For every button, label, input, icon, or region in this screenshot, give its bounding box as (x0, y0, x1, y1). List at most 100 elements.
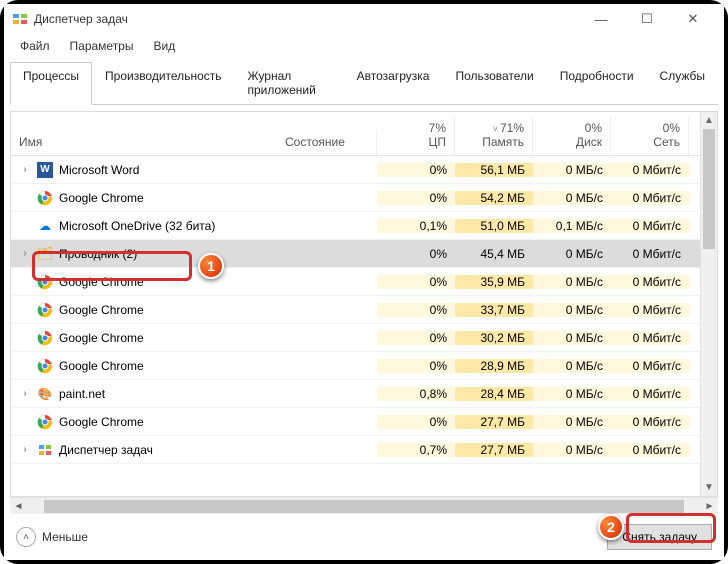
cpu-label: ЦП (428, 135, 446, 149)
close-button[interactable]: ✕ (670, 4, 716, 34)
disk-value: 0 МБ/с (533, 303, 611, 317)
cpu-value: 0% (377, 303, 455, 317)
process-name: Диспетчер задач (59, 443, 153, 457)
memory-value: 28,9 МБ (455, 359, 533, 373)
table-row[interactable]: ☁Microsoft OneDrive (32 бита)0,1%51,0 МБ… (11, 212, 717, 240)
fewer-label: Меньше (42, 530, 88, 544)
fewer-details-button[interactable]: ˄ Меньше (16, 527, 88, 547)
col-memory[interactable]: ˅71% Память (455, 117, 533, 155)
minimize-button[interactable]: — (578, 4, 624, 34)
disk-value: 0,1 МБ/с (533, 219, 611, 233)
annotation-callout-2: 2 (598, 514, 624, 540)
process-rows: ›WMicrosoft Word0%56,1 МБ0 МБ/с0 Мбит/сG… (11, 156, 717, 496)
disk-value: 0 МБ/с (533, 163, 611, 177)
table-row[interactable]: ›Диспетчер задач0,7%27,7 МБ0 МБ/с0 Мбит/… (11, 436, 717, 464)
menu-view[interactable]: Вид (143, 36, 185, 56)
process-name: Google Chrome (59, 415, 144, 429)
process-name: Проводник (2) (59, 247, 137, 261)
cpu-value: 0,8% (377, 387, 455, 401)
table-row[interactable]: Google Chrome0%27,7 МБ0 МБ/с0 Мбит/с (11, 408, 717, 436)
process-icon (37, 414, 53, 430)
network-value: 0 Мбит/с (611, 387, 689, 401)
process-name: Google Chrome (59, 331, 144, 345)
col-network[interactable]: 0% Сеть (611, 117, 689, 155)
cpu-value: 0,7% (377, 443, 455, 457)
chevron-up-icon: ˄ (16, 527, 36, 547)
menu-file[interactable]: Файл (10, 36, 60, 56)
horizontal-scrollbar[interactable]: ◄ ► (10, 497, 718, 514)
col-cpu[interactable]: 7% ЦП (377, 117, 455, 155)
memory-value: 45,4 МБ (455, 247, 533, 261)
cpu-value: 0% (377, 331, 455, 345)
vertical-scrollbar[interactable]: ▲ ▼ (700, 112, 717, 496)
memory-value: 51,0 МБ (455, 219, 533, 233)
process-icon (37, 302, 53, 318)
titlebar: Диспетчер задач — ☐ ✕ (4, 4, 724, 34)
window-title: Диспетчер задач (34, 12, 578, 26)
memory-value: 35,9 МБ (455, 275, 533, 289)
network-value: 0 Мбит/с (611, 415, 689, 429)
table-row[interactable]: Google Chrome0%28,9 МБ0 МБ/с0 Мбит/с (11, 352, 717, 380)
expand-icon[interactable]: › (19, 444, 31, 455)
disk-value: 0 МБ/с (533, 331, 611, 345)
net-pct: 0% (663, 121, 680, 135)
network-value: 0 Мбит/с (611, 163, 689, 177)
cpu-value: 0% (377, 191, 455, 205)
process-icon: 🎨 (37, 386, 53, 402)
tab-users[interactable]: Пользователи (442, 62, 546, 104)
annotation-callout-1: 1 (198, 253, 224, 279)
memory-value: 33,7 МБ (455, 303, 533, 317)
tab-details[interactable]: Подробности (547, 62, 647, 104)
network-value: 0 Мбит/с (611, 303, 689, 317)
expand-icon[interactable]: › (19, 388, 31, 399)
memory-value: 27,7 МБ (455, 443, 533, 457)
memory-value: 30,2 МБ (455, 331, 533, 345)
col-name[interactable]: Имя (11, 131, 277, 155)
network-value: 0 Мбит/с (611, 219, 689, 233)
network-value: 0 Мбит/с (611, 247, 689, 261)
disk-pct: 0% (585, 121, 602, 135)
table-row[interactable]: ›🗂Проводник (2)0%45,4 МБ0 МБ/с0 Мбит/с (11, 240, 717, 268)
col-disk[interactable]: 0% Диск (533, 117, 611, 155)
cpu-value: 0% (377, 163, 455, 177)
disk-value: 0 МБ/с (533, 415, 611, 429)
sort-icon: ˅ (493, 124, 498, 134)
net-label: Сеть (653, 135, 680, 149)
network-value: 0 Мбит/с (611, 191, 689, 205)
disk-value: 0 МБ/с (533, 443, 611, 457)
scroll-down-icon[interactable]: ▼ (701, 479, 717, 496)
process-name: Microsoft OneDrive (32 бита) (59, 219, 215, 233)
tab-performance[interactable]: Производительность (92, 62, 234, 104)
cpu-value: 0% (377, 247, 455, 261)
tab-startup[interactable]: Автозагрузка (344, 62, 443, 104)
scroll-right-icon[interactable]: ► (701, 501, 718, 512)
col-state[interactable]: Состояние (277, 131, 377, 155)
table-row[interactable]: Google Chrome 0%33,7 МБ0 МБ/с0 Мбит/с (11, 296, 717, 324)
disk-value: 0 МБ/с (533, 275, 611, 289)
table-row[interactable]: Google Chrome0%35,9 МБ0 МБ/с0 Мбит/с (11, 268, 717, 296)
expand-icon[interactable]: › (19, 248, 31, 259)
cpu-value: 0,1% (377, 219, 455, 233)
disk-value: 0 МБ/с (533, 247, 611, 261)
process-name: Microsoft Word (59, 163, 139, 177)
scroll-thumb[interactable] (703, 129, 715, 249)
tab-services[interactable]: Службы (647, 62, 718, 104)
tab-apphistory[interactable]: Журнал приложений (235, 62, 344, 104)
disk-value: 0 МБ/с (533, 191, 611, 205)
hscroll-thumb[interactable] (44, 500, 684, 513)
table-row[interactable]: Google Chrome0%30,2 МБ0 МБ/с0 Мбит/с (11, 324, 717, 352)
column-headers: Имя Состояние 7% ЦП ˅71% Память 0% Диск … (11, 112, 717, 156)
table-row[interactable]: ›WMicrosoft Word0%56,1 МБ0 МБ/с0 Мбит/с (11, 156, 717, 184)
disk-label: Диск (576, 135, 602, 149)
tab-processes[interactable]: Процессы (10, 62, 92, 105)
cpu-value: 0% (377, 275, 455, 289)
table-row[interactable]: ›🎨paint.net0,8%28,4 МБ0 МБ/с0 Мбит/с (11, 380, 717, 408)
scroll-left-icon[interactable]: ◄ (10, 501, 27, 512)
scroll-up-icon[interactable]: ▲ (701, 112, 717, 129)
menu-options[interactable]: Параметры (60, 36, 144, 56)
expand-icon[interactable]: › (19, 164, 31, 175)
maximize-button[interactable]: ☐ (624, 4, 670, 34)
cpu-pct: 7% (429, 121, 446, 135)
process-name: Google Chrome (59, 303, 144, 317)
table-row[interactable]: Google Chrome0%54,2 МБ0 МБ/с0 Мбит/с (11, 184, 717, 212)
